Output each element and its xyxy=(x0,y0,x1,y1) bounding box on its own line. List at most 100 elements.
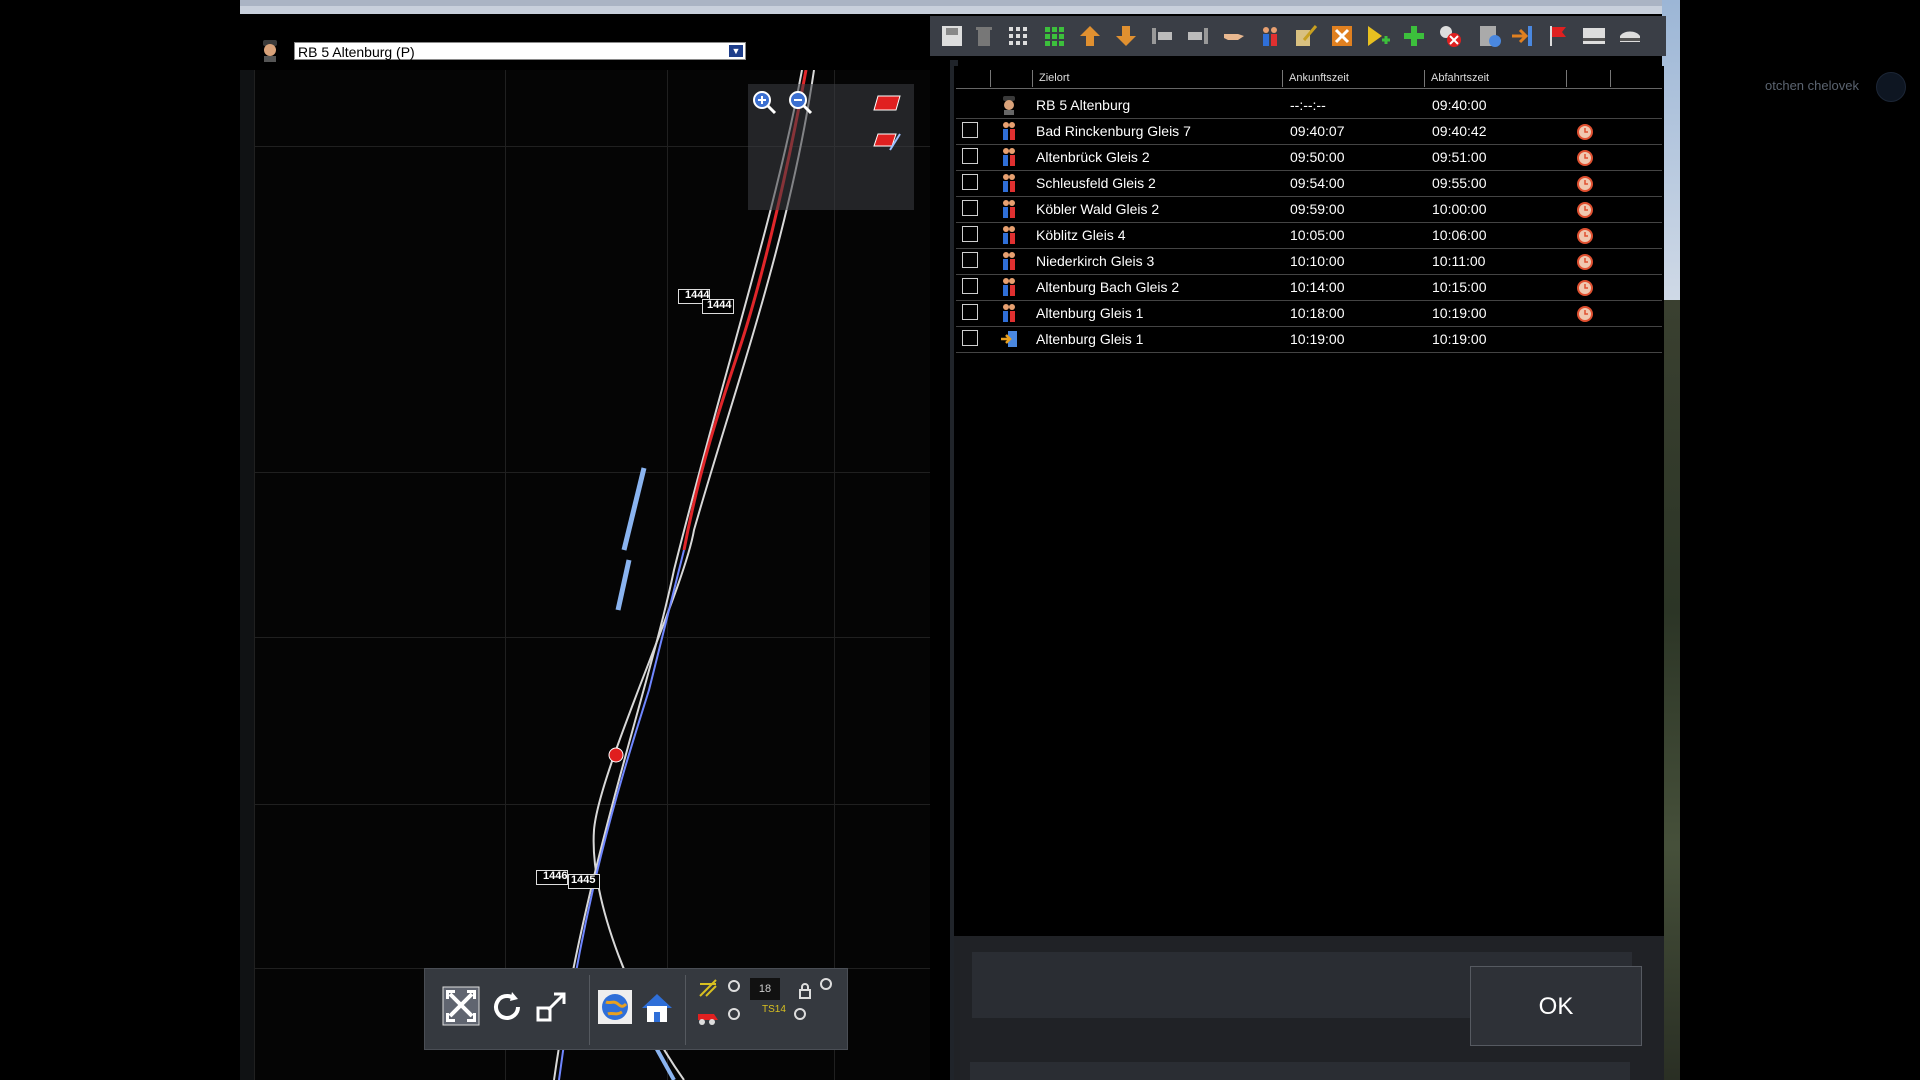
row-checkbox[interactable] xyxy=(962,174,978,190)
table-row[interactable]: Altenburg Bach Gleis 2 10:14:00 10:15:00 xyxy=(956,274,1662,301)
align-right-icon[interactable] xyxy=(1186,24,1210,48)
alarm-clock-icon[interactable] xyxy=(1576,122,1594,140)
row-departure[interactable]: 10:19:00 xyxy=(1432,305,1487,321)
row-checkbox[interactable] xyxy=(962,226,978,242)
edit-route-icon[interactable] xyxy=(872,130,901,156)
train-selector[interactable]: RB 5 Altenburg (P) ▼ xyxy=(294,42,746,60)
row-destination[interactable]: Köblitz Gleis 4 xyxy=(1036,227,1125,243)
train-icon[interactable] xyxy=(696,1004,720,1026)
grid-green-icon[interactable] xyxy=(1042,24,1066,48)
row-checkbox[interactable] xyxy=(962,278,978,294)
zoom-out-icon[interactable] xyxy=(788,90,814,116)
delete-red-icon[interactable] xyxy=(1438,24,1462,48)
row-departure[interactable]: 10:00:00 xyxy=(1432,201,1487,217)
header-zielort[interactable]: Zielort xyxy=(1032,70,1282,87)
row-arrival[interactable]: 10:14:00 xyxy=(1290,279,1345,295)
header-abfahrtszeit[interactable]: Abfahrtszeit xyxy=(1424,70,1566,87)
red-flag-icon[interactable] xyxy=(1546,24,1570,48)
signal-marker[interactable]: 1444 xyxy=(702,299,734,314)
table-row[interactable]: Bad Rinckenburg Gleis 7 09:40:07 09:40:42 xyxy=(956,118,1662,145)
ok-button[interactable]: OK xyxy=(1470,966,1642,1046)
toggle-ring[interactable] xyxy=(794,1008,806,1020)
row-destination[interactable]: Altenbrück Gleis 2 xyxy=(1036,149,1150,165)
train-roof-icon[interactable] xyxy=(1618,24,1642,48)
signal-marker[interactable]: 1446 xyxy=(536,870,568,885)
table-row[interactable]: RB 5 Altenburg --:--:-- 09:40:00 xyxy=(956,92,1662,119)
table-row[interactable]: Köblitz Gleis 4 10:05:00 10:06:00 xyxy=(956,222,1662,249)
fullscreen-icon[interactable] xyxy=(442,986,480,1026)
toggle-ring[interactable] xyxy=(728,1008,740,1020)
table-row[interactable]: Altenburg Gleis 1 10:18:00 10:19:00 xyxy=(956,300,1662,327)
toggle-ring[interactable] xyxy=(820,978,832,990)
expand-icon[interactable] xyxy=(1330,24,1354,48)
hand-point-icon[interactable] xyxy=(1222,24,1246,48)
row-checkbox[interactable] xyxy=(962,148,978,164)
row-arrival[interactable]: 09:40:07 xyxy=(1290,123,1345,139)
save-icon[interactable] xyxy=(940,24,964,48)
row-destination[interactable]: Altenburg Gleis 1 xyxy=(1036,331,1143,347)
row-arrival[interactable]: 09:50:00 xyxy=(1290,149,1345,165)
row-destination[interactable]: Niederkirch Gleis 3 xyxy=(1036,253,1154,269)
table-row[interactable]: Altenbrück Gleis 2 09:50:00 09:51:00 xyxy=(956,144,1662,171)
passengers-icon[interactable] xyxy=(1258,24,1282,48)
table-row[interactable]: Köbler Wald Gleis 2 09:59:00 10:00:00 xyxy=(956,196,1662,223)
lock-icon[interactable] xyxy=(798,982,812,1000)
row-destination[interactable]: RB 5 Altenburg xyxy=(1036,97,1130,113)
row-checkbox[interactable] xyxy=(962,252,978,268)
arrow-up-icon[interactable] xyxy=(1078,24,1102,48)
chevron-down-icon[interactable]: ▼ xyxy=(729,45,743,57)
edit-icon[interactable] xyxy=(1294,24,1318,48)
window-icon[interactable] xyxy=(1582,24,1606,48)
resize-icon[interactable] xyxy=(534,988,572,1026)
row-departure[interactable]: 10:19:00 xyxy=(1432,331,1487,347)
row-departure[interactable]: 10:06:00 xyxy=(1432,227,1487,243)
alarm-clock-icon[interactable] xyxy=(1576,148,1594,166)
zoom-in-icon[interactable] xyxy=(752,90,778,116)
row-checkbox[interactable] xyxy=(962,304,978,320)
row-departure[interactable]: 09:51:00 xyxy=(1432,149,1487,165)
rotate-icon[interactable] xyxy=(488,988,526,1026)
map-canvas[interactable]: 1444 1444 1446 1445 xyxy=(254,70,930,1080)
row-checkbox[interactable] xyxy=(962,122,978,138)
row-arrival[interactable]: 09:54:00 xyxy=(1290,175,1345,191)
signal-marker[interactable]: 1445 xyxy=(568,874,600,889)
header-ankunftszeit[interactable]: Ankunftszeit xyxy=(1282,70,1424,87)
eraser-icon[interactable] xyxy=(872,92,901,118)
table-row[interactable]: Niederkirch Gleis 3 10:10:00 10:11:00 xyxy=(956,248,1662,275)
row-checkbox[interactable] xyxy=(962,330,978,346)
row-departure[interactable]: 10:15:00 xyxy=(1432,279,1487,295)
alarm-clock-icon[interactable] xyxy=(1576,252,1594,270)
row-destination[interactable]: Bad Rinckenburg Gleis 7 xyxy=(1036,123,1191,139)
toggle-ring[interactable] xyxy=(728,980,740,992)
row-destination[interactable]: Schleusfeld Gleis 2 xyxy=(1036,175,1156,191)
crane-icon[interactable] xyxy=(696,976,720,1000)
alarm-clock-icon[interactable] xyxy=(1576,226,1594,244)
row-arrival[interactable]: 10:10:00 xyxy=(1290,253,1345,269)
arrow-down-icon[interactable] xyxy=(1114,24,1138,48)
row-arrival[interactable]: --:--:-- xyxy=(1290,97,1326,113)
table-row[interactable]: Schleusfeld Gleis 2 09:54:00 09:55:00 xyxy=(956,170,1662,197)
grid-white-icon[interactable] xyxy=(1006,24,1030,48)
alarm-clock-icon[interactable] xyxy=(1576,278,1594,296)
alarm-clock-icon[interactable] xyxy=(1576,304,1594,322)
row-departure[interactable]: 10:11:00 xyxy=(1432,253,1485,269)
add-yellow-icon[interactable] xyxy=(1366,24,1390,48)
alarm-clock-icon[interactable] xyxy=(1576,200,1594,218)
row-arrival[interactable]: 10:19:00 xyxy=(1290,331,1345,347)
row-arrival[interactable]: 10:18:00 xyxy=(1290,305,1345,321)
row-destination[interactable]: Altenburg Gleis 1 xyxy=(1036,305,1143,321)
alarm-clock-icon[interactable] xyxy=(1576,174,1594,192)
trash-icon[interactable] xyxy=(972,24,996,48)
row-destination[interactable]: Köbler Wald Gleis 2 xyxy=(1036,201,1159,217)
row-destination[interactable]: Altenburg Bach Gleis 2 xyxy=(1036,279,1179,295)
row-departure[interactable]: 09:40:00 xyxy=(1432,97,1487,113)
row-checkbox[interactable] xyxy=(962,200,978,216)
add-green-icon[interactable] xyxy=(1402,24,1426,48)
exit-arrow-icon[interactable] xyxy=(1510,24,1534,48)
row-arrival[interactable]: 10:05:00 xyxy=(1290,227,1345,243)
home-icon[interactable] xyxy=(638,988,676,1026)
avatar[interactable] xyxy=(1876,72,1906,102)
settings-icon[interactable] xyxy=(1478,24,1502,48)
row-arrival[interactable]: 09:59:00 xyxy=(1290,201,1345,217)
mini-label[interactable]: TS14 xyxy=(762,1004,786,1015)
